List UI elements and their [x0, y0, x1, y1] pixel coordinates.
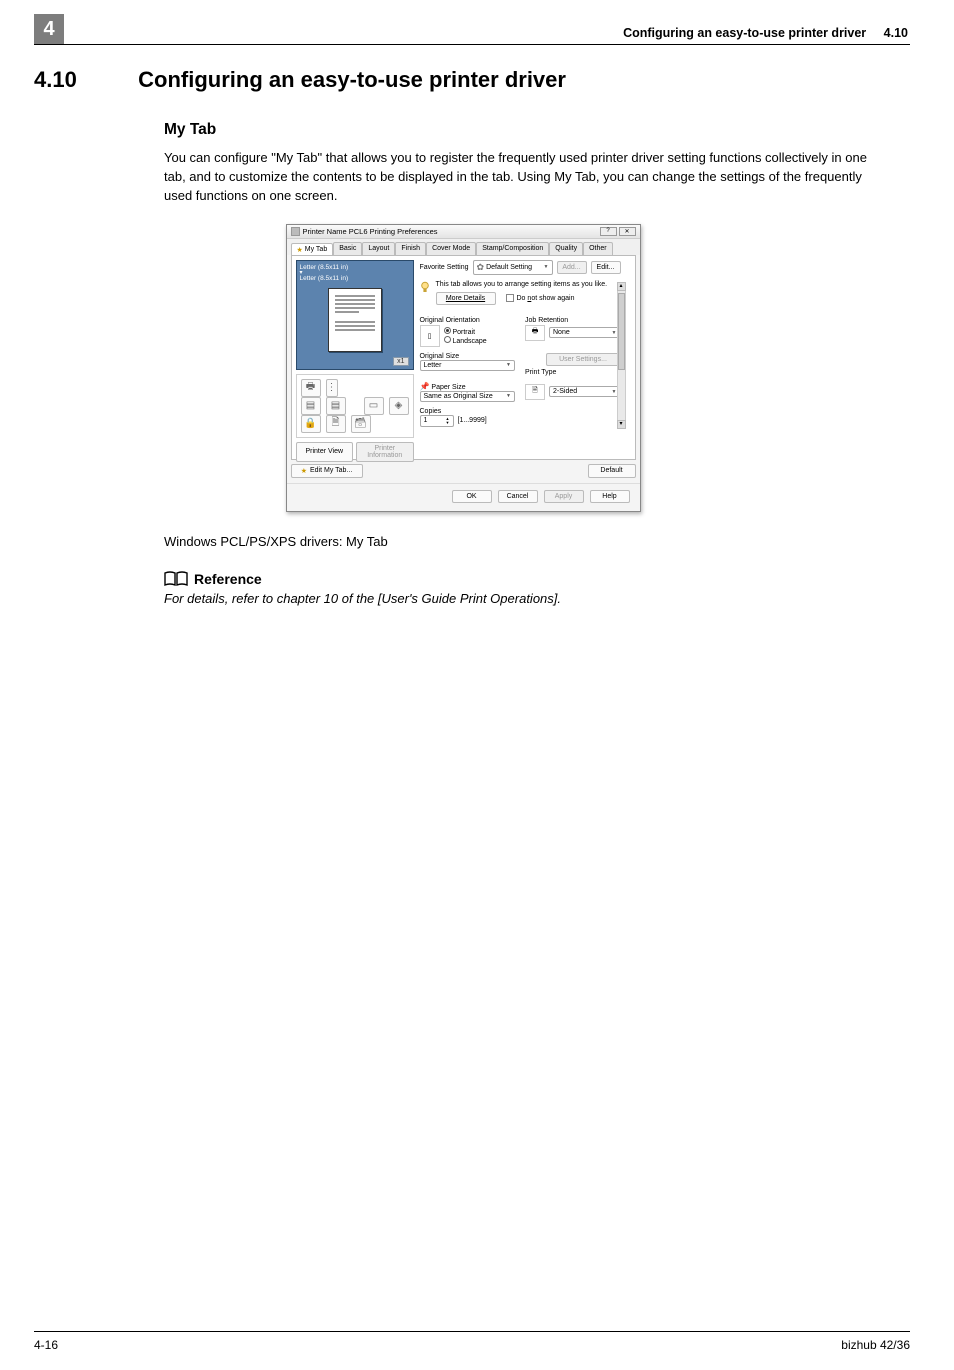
- lightbulb-icon: [420, 281, 430, 295]
- reference-label: Reference: [194, 571, 262, 587]
- section-number: 4.10: [34, 67, 132, 93]
- dialog-title: Printer Name PCL6 Printing Preferences: [303, 227, 438, 236]
- tab-basic[interactable]: Basic: [333, 242, 362, 255]
- job-retention-label: Job Retention: [525, 317, 621, 324]
- spin-down-icon[interactable]: ▼: [446, 421, 450, 425]
- stack-icon: ◈: [389, 397, 409, 415]
- app-icon: [291, 227, 300, 236]
- running-head: Configuring an easy-to-use printer drive…: [34, 20, 910, 40]
- edit-my-tab-button[interactable]: ★ Edit My Tab...: [291, 464, 363, 478]
- tab-layout[interactable]: Layout: [362, 242, 395, 255]
- landscape-radio[interactable]: [444, 336, 451, 343]
- two-sided-icon: 🗎: [525, 384, 545, 400]
- screenshot: Printer Name PCL6 Printing Preferences ?…: [286, 224, 641, 512]
- more-details-button[interactable]: More Details: [436, 292, 496, 305]
- copies-range: [1...9999]: [458, 417, 487, 424]
- printer-view-button[interactable]: Printer View: [296, 442, 354, 462]
- star-icon: ★: [301, 467, 307, 475]
- book-icon: [164, 571, 188, 587]
- reference-heading: Reference: [164, 571, 892, 587]
- print-type-label: Print Type: [525, 369, 621, 376]
- queue-icon: 🗃: [351, 415, 371, 433]
- running-head-title: Configuring an easy-to-use printer drive…: [623, 26, 866, 40]
- original-size-combo[interactable]: Letter▼: [420, 360, 516, 371]
- copies-spinner[interactable]: 1 ▲ ▼: [420, 415, 454, 427]
- close-button[interactable]: ✕: [619, 227, 636, 236]
- help-button-bottom[interactable]: Help: [590, 490, 630, 503]
- favorite-setting-combo[interactable]: ✿Default Setting ▼: [473, 260, 553, 275]
- figure-caption: Windows PCL/PS/XPS drivers: My Tab: [164, 534, 892, 549]
- default-button[interactable]: Default: [588, 464, 636, 478]
- copies-label: Copies: [420, 408, 516, 415]
- star-icon: ★: [297, 246, 303, 254]
- add-button[interactable]: Add...: [557, 261, 587, 274]
- section-heading: 4.10 Configuring an easy-to-use printer …: [34, 67, 892, 93]
- printer-info-button[interactable]: Printer Information: [356, 442, 414, 462]
- device-preview: 🖶 ⋮ ▤ ▤ ▭ ◈ 🔒 🗎 🗃: [296, 374, 414, 438]
- option-icon: ⋮: [326, 379, 338, 397]
- chevron-down-icon: ▼: [544, 264, 549, 270]
- edit-button[interactable]: Edit...: [591, 261, 621, 274]
- portrait-icon: ▯: [420, 325, 440, 347]
- tab-strip: ★My Tab Basic Layout Finish Cover Mode S…: [287, 239, 640, 255]
- original-size-label: Original Size: [420, 353, 516, 360]
- user-settings-button[interactable]: User Settings...: [546, 353, 621, 366]
- tab-cover-mode[interactable]: Cover Mode: [426, 242, 476, 255]
- chevron-down-icon: ▼: [506, 362, 511, 368]
- reference-text: For details, refer to chapter 10 of the …: [164, 591, 892, 606]
- dialog-titlebar: Printer Name PCL6 Printing Preferences ?…: [287, 225, 640, 239]
- tray-icon: ▤: [301, 397, 321, 415]
- lock-icon: 🔒: [301, 415, 321, 433]
- cancel-button[interactable]: Cancel: [498, 490, 538, 503]
- subsection-heading: My Tab: [164, 121, 892, 139]
- portrait-radio[interactable]: [444, 327, 451, 334]
- favorite-setting-label: Favorite Setting: [420, 264, 469, 271]
- body-paragraph: You can configure "My Tab" that allows y…: [164, 149, 892, 206]
- chapter-tag: 4: [34, 14, 64, 44]
- retention-icon: 🖶: [525, 325, 545, 341]
- paper-size-combo[interactable]: Same as Original Size▼: [420, 391, 516, 402]
- hint-text: This tab allows you to arrange setting i…: [436, 281, 621, 288]
- tab-stamp[interactable]: Stamp/Composition: [476, 242, 549, 255]
- tab-other[interactable]: Other: [583, 242, 613, 255]
- tab-finish[interactable]: Finish: [395, 242, 426, 255]
- paper-size-label: Paper Size: [431, 384, 465, 391]
- scroll-up-icon[interactable]: ▴: [617, 282, 626, 291]
- ok-button[interactable]: OK: [452, 490, 492, 503]
- pin-icon: 📌: [420, 382, 430, 391]
- help-button[interactable]: ?: [600, 227, 617, 236]
- scroll-down-icon[interactable]: ▾: [617, 420, 626, 429]
- dont-show-checkbox[interactable]: [506, 294, 514, 302]
- output-icon: ▭: [364, 397, 384, 415]
- print-type-combo[interactable]: 2-Sided▼: [549, 386, 621, 397]
- tray-icon-2: ▤: [326, 397, 346, 415]
- scroll-thumb[interactable]: [618, 293, 625, 370]
- dont-show-label: Do not show again: [517, 295, 575, 302]
- chevron-down-icon: ▼: [506, 393, 511, 399]
- job-retention-combo[interactable]: None▼: [549, 327, 621, 338]
- apply-button[interactable]: Apply: [544, 490, 584, 503]
- page-thumbnail: [328, 288, 382, 352]
- page-preview: Letter (8.5x11 in) ▾ Letter (8.5x11 in) …: [296, 260, 414, 370]
- section-title: Configuring an easy-to-use printer drive…: [138, 67, 566, 92]
- orientation-label: Original Orientation: [420, 317, 516, 324]
- gear-icon: ✿: [477, 262, 485, 273]
- id-icon: 🗎: [326, 415, 346, 433]
- zoom-badge: x1: [393, 357, 408, 366]
- page-footer: 4-16 bizhub 42/36: [34, 1331, 910, 1352]
- running-head-section: 4.10: [884, 26, 908, 40]
- tab-quality[interactable]: Quality: [549, 242, 583, 255]
- printer-icon: 🖶: [301, 379, 321, 397]
- page-header: 4 Configuring an easy-to-use printer dri…: [34, 20, 910, 45]
- preview-size-top: Letter (8.5x11 in): [300, 264, 410, 271]
- preview-size-bottom: Letter (8.5x11 in): [300, 275, 410, 282]
- scrollbar[interactable]: ▴ ▾: [617, 282, 626, 429]
